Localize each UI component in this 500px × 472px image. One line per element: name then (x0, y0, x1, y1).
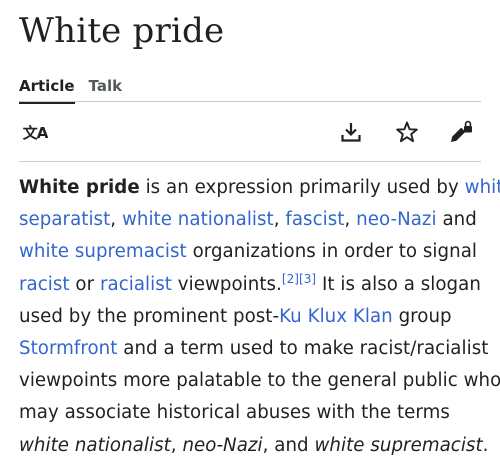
text-run: , and (262, 434, 315, 456)
paragraph-line: white supremacist organizations in order… (19, 236, 489, 268)
reference-2[interactable]: [2] (282, 272, 299, 286)
link-racist[interactable]: racist (19, 274, 70, 295)
text-run: and (436, 209, 477, 231)
namespace-tabs: Article Talk (19, 70, 123, 104)
link-stormfront[interactable]: Stormfront (19, 338, 117, 359)
paragraph-line: may associate historical abuses with the… (19, 397, 489, 429)
text-run: group (392, 305, 452, 327)
text-run: viewpoints. (171, 273, 282, 295)
link-ku-klux-klan[interactable]: Ku Klux Klan (279, 306, 393, 327)
text-run: may associate historical abuses with the… (19, 402, 450, 424)
toolbar-divider (19, 161, 481, 162)
reference-3[interactable]: [3] (299, 272, 316, 286)
paragraph-line: Stormfront and a term used to make racis… (19, 333, 489, 365)
paragraph-line: separatist, white nationalist, fascist, … (19, 204, 489, 236)
link-racialist[interactable]: racialist (100, 274, 172, 295)
star-icon (396, 121, 418, 143)
text-run: and a term used to make racist/racialist (117, 338, 489, 360)
lead-paragraph: White pride is an expression primarily u… (19, 172, 500, 462)
article-page: White pride Article Talk 文A White pride … (0, 0, 500, 472)
link-white-supremacist[interactable]: white supremacist (19, 241, 187, 262)
text-run: . (482, 434, 489, 456)
link-fascist[interactable]: fascist (285, 209, 344, 230)
paragraph-line: white nationalist, neo-Nazi, and white s… (19, 430, 489, 462)
text-run: , (344, 209, 357, 231)
text-run: used by the prominent post- (19, 305, 280, 327)
tabs-divider (19, 101, 481, 102)
link-white-nationalist[interactable]: white nationalist (122, 209, 274, 230)
text-run: is an expression primarily used by (139, 177, 465, 198)
bold-term: White pride (19, 177, 140, 198)
text-run: viewpoints more palatable to the general… (19, 370, 500, 392)
page-title: White pride (19, 11, 225, 51)
download-button[interactable] (336, 117, 366, 147)
watch-star-button[interactable] (392, 117, 422, 147)
italic-term: neo-Nazi (182, 434, 263, 456)
edit-lock-icon (451, 120, 472, 142)
paragraph-line: used by the prominent post-Ku Klux Klan … (19, 301, 489, 333)
text-run: It is also a slogan (316, 273, 481, 295)
text-run: or (69, 273, 100, 295)
italic-term: white nationalist (19, 434, 171, 456)
language-button[interactable]: 文A (20, 117, 50, 147)
italic-term: white supremacist (314, 434, 483, 456)
link-white-separatist[interactable]: separatist (19, 209, 110, 230)
paragraph-line: viewpoints more palatable to the general… (19, 365, 500, 397)
link-neo-nazi[interactable]: neo-Nazi (356, 209, 437, 230)
edit-protected-button[interactable] (446, 117, 476, 147)
text-run: , (170, 434, 183, 456)
tab-article[interactable]: Article (19, 77, 75, 104)
download-icon (341, 123, 361, 142)
link-white-separatist[interactable]: white (465, 177, 500, 198)
text-run: , (273, 209, 286, 231)
text-run: , (110, 209, 122, 231)
tab-talk[interactable]: Talk (89, 77, 123, 95)
paragraph-line: racist or racialist viewpoints.[2][3] It… (19, 269, 489, 301)
text-run: organizations in order to signal (186, 241, 478, 263)
language-icon: 文A (22, 123, 49, 142)
paragraph-line: White pride is an expression primarily u… (19, 172, 500, 204)
